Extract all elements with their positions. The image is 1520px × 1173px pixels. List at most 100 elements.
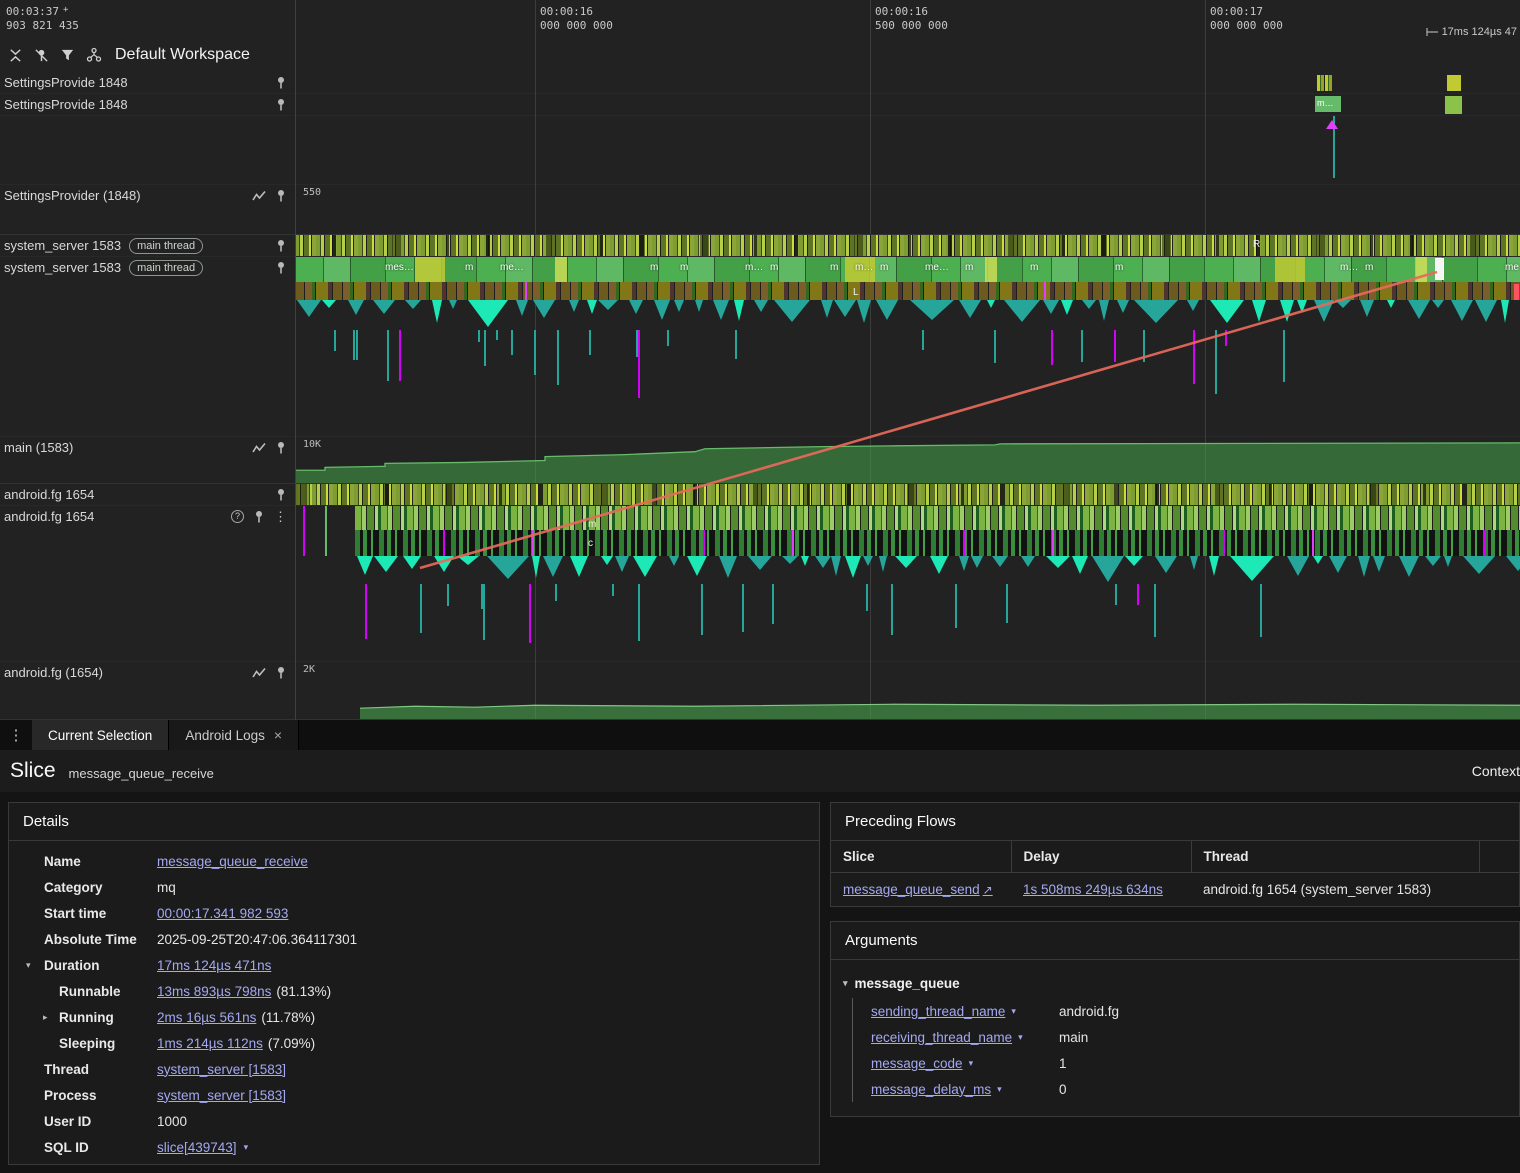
selected-slice[interactable] xyxy=(1435,258,1444,280)
pin-icon[interactable] xyxy=(275,76,287,89)
close-icon[interactable]: × xyxy=(274,727,282,743)
selection-duration-marker: 17ms 124µs 47 xyxy=(1426,26,1517,38)
detail-value: 1000 xyxy=(157,1113,188,1129)
flow-row: message_queue_send ↗ 1s 508ms 249µs 634ns… xyxy=(831,873,1519,907)
counter-track-content[interactable]: 10K xyxy=(295,437,1520,483)
chart-icon[interactable] xyxy=(252,667,266,679)
detail-value-link[interactable]: 2ms 16µs 561ns xyxy=(157,1010,256,1025)
argument-value: 1 xyxy=(1059,1055,1067,1071)
detail-row-sqlid: SQL ID slice[439743] ▾ xyxy=(9,1134,819,1160)
detail-value-link[interactable]: 1ms 214µs 112ns xyxy=(157,1036,263,1051)
track-content[interactable] xyxy=(295,72,1520,93)
pin-icon[interactable] xyxy=(275,98,287,111)
slice[interactable] xyxy=(1445,96,1462,114)
track-label-panel[interactable]: android.fg (1654) xyxy=(0,662,295,719)
track-label-panel[interactable]: android.fg 1654 ? ⋮ xyxy=(0,506,295,661)
pin-icon[interactable] xyxy=(275,441,287,454)
chart-icon[interactable] xyxy=(252,190,266,202)
track-panel-divider[interactable] xyxy=(295,0,296,720)
track-label-panel[interactable]: SettingsProvide 1848 xyxy=(0,72,295,93)
argument-group[interactable]: ▾ message_queue xyxy=(843,970,1507,996)
detail-row: Start time 00:00:17.341 982 593 xyxy=(9,900,819,926)
flow-delay-link[interactable]: 1s 508ms 249µs 634ns xyxy=(1023,882,1163,897)
detail-value-link[interactable]: slice[439743] xyxy=(157,1140,237,1155)
dropdown-caret-icon[interactable]: ▾ xyxy=(997,1084,1002,1095)
pin-icon[interactable] xyxy=(275,239,287,252)
measure-icon xyxy=(1426,28,1438,36)
tab-current-selection[interactable]: Current Selection xyxy=(32,720,170,750)
track-menu-icon[interactable]: ⋮ xyxy=(274,510,287,523)
detail-value-link[interactable]: message_queue_receive xyxy=(157,854,308,869)
track-content[interactable]: R xyxy=(295,235,1520,256)
filter-icon[interactable] xyxy=(60,48,75,63)
detail-percent: (81.13%) xyxy=(276,983,332,999)
tab-android-logs[interactable]: Android Logs × xyxy=(169,720,300,750)
pin-icon[interactable] xyxy=(275,488,287,501)
pin-icon[interactable] xyxy=(275,261,287,274)
descendant-lines xyxy=(355,584,1520,661)
slice-band[interactable]: mes… m me… m m m… m m m… m me… m m m m… m me xyxy=(295,257,1520,282)
slice-band[interactable] xyxy=(355,506,1520,530)
track-label-panel[interactable]: system_server 1583 main thread xyxy=(0,235,295,256)
dropdown-caret-icon[interactable]: ▾ xyxy=(244,1142,249,1153)
track-list: SettingsProvide 1848 SettingsProvide 184… xyxy=(0,72,1520,720)
timeline-area[interactable]: 00:03:37 + 903 821 435 00:00:16 000 000 00… xyxy=(0,0,1520,720)
argument-key-link[interactable]: receiving_thread_name xyxy=(871,1030,1012,1045)
sched-strip xyxy=(295,235,1520,256)
track-label-panel[interactable]: android.fg 1654 xyxy=(0,484,295,505)
track-content[interactable]: mes… m me… m m m… m m m… m me… m m m m… m me L xyxy=(295,257,1520,436)
detail-value-link[interactable]: system_server [1583] xyxy=(157,1062,286,1077)
flame-triangles xyxy=(355,556,1520,584)
detail-value-link[interactable]: 00:00:17.341 982 593 xyxy=(157,906,288,921)
track-label-panel[interactable]: SettingsProvider (1848) xyxy=(0,185,295,234)
slice[interactable]: m… xyxy=(1315,96,1341,112)
help-icon[interactable]: ? xyxy=(231,510,244,523)
slice[interactable] xyxy=(1447,75,1461,91)
argument-key-link[interactable]: message_code xyxy=(871,1056,963,1071)
flow-slice-link[interactable]: message_queue_send xyxy=(843,882,980,897)
track-row-spacer xyxy=(0,116,1520,185)
pin-icon[interactable] xyxy=(275,189,287,202)
slice-band[interactable] xyxy=(355,530,1520,556)
slice[interactable] xyxy=(1317,75,1332,91)
track-content[interactable] xyxy=(295,116,1520,184)
workspace-name[interactable]: Default Workspace xyxy=(115,46,250,64)
detail-value-link[interactable]: system_server [1583] xyxy=(157,1088,286,1103)
track-row-androidfg-counter: android.fg (1654) 2K xyxy=(0,662,1520,720)
expander-icon[interactable]: ▾ xyxy=(26,960,31,971)
argument-key-link[interactable]: sending_thread_name xyxy=(871,1004,1005,1019)
detail-percent: (11.78%) xyxy=(261,1009,316,1025)
pin-icon[interactable] xyxy=(275,666,287,679)
collapse-tracks-icon[interactable] xyxy=(8,48,23,63)
track-content[interactable]: m… xyxy=(295,94,1520,115)
detail-row-duration: ▾ Duration 17ms 124µs 471ns xyxy=(9,952,819,978)
slice-band[interactable] xyxy=(295,282,1520,300)
counter-track-content[interactable]: 550 xyxy=(295,185,1520,234)
details-panel-area: ⋮ Current Selection Android Logs × Slice… xyxy=(0,720,1520,1173)
dropdown-caret-icon[interactable]: ▾ xyxy=(1011,1006,1016,1017)
context-button[interactable]: Context xyxy=(1472,763,1520,779)
pin-icon[interactable] xyxy=(253,510,265,523)
expander-icon[interactable]: ▾ xyxy=(843,978,848,989)
track-label-panel[interactable]: SettingsProvide 1848 xyxy=(0,94,295,115)
track-label-panel[interactable]: main (1583) xyxy=(0,437,295,483)
track-label-panel xyxy=(0,116,295,184)
selection-title: message_queue_receive xyxy=(68,765,214,781)
detail-value-link[interactable]: 17ms 124µs 471ns xyxy=(157,958,271,973)
dropdown-caret-icon[interactable]: ▾ xyxy=(1018,1032,1023,1043)
track-content[interactable]: m c xyxy=(295,506,1520,661)
chart-icon[interactable] xyxy=(252,442,266,454)
panel-menu-icon[interactable]: ⋮ xyxy=(0,720,32,750)
counter-track-content[interactable]: 2K xyxy=(295,662,1520,719)
dropdown-caret-icon[interactable]: ▾ xyxy=(969,1058,974,1069)
argument-key-link[interactable]: message_delay_ms xyxy=(871,1082,991,1097)
track-content[interactable] xyxy=(295,484,1520,505)
unpin-all-icon[interactable] xyxy=(34,48,49,63)
detail-value-link[interactable]: 13ms 893µs 798ns xyxy=(157,984,271,999)
detail-label: Running xyxy=(59,1009,114,1025)
track-label-panel[interactable]: system_server 1583 main thread xyxy=(0,257,295,436)
workspace-icon[interactable] xyxy=(86,47,102,63)
arguments-heading: Arguments xyxy=(831,922,1519,960)
goto-flow-icon[interactable]: ↗ xyxy=(983,883,993,897)
expander-icon[interactable]: ▸ xyxy=(43,1012,48,1023)
